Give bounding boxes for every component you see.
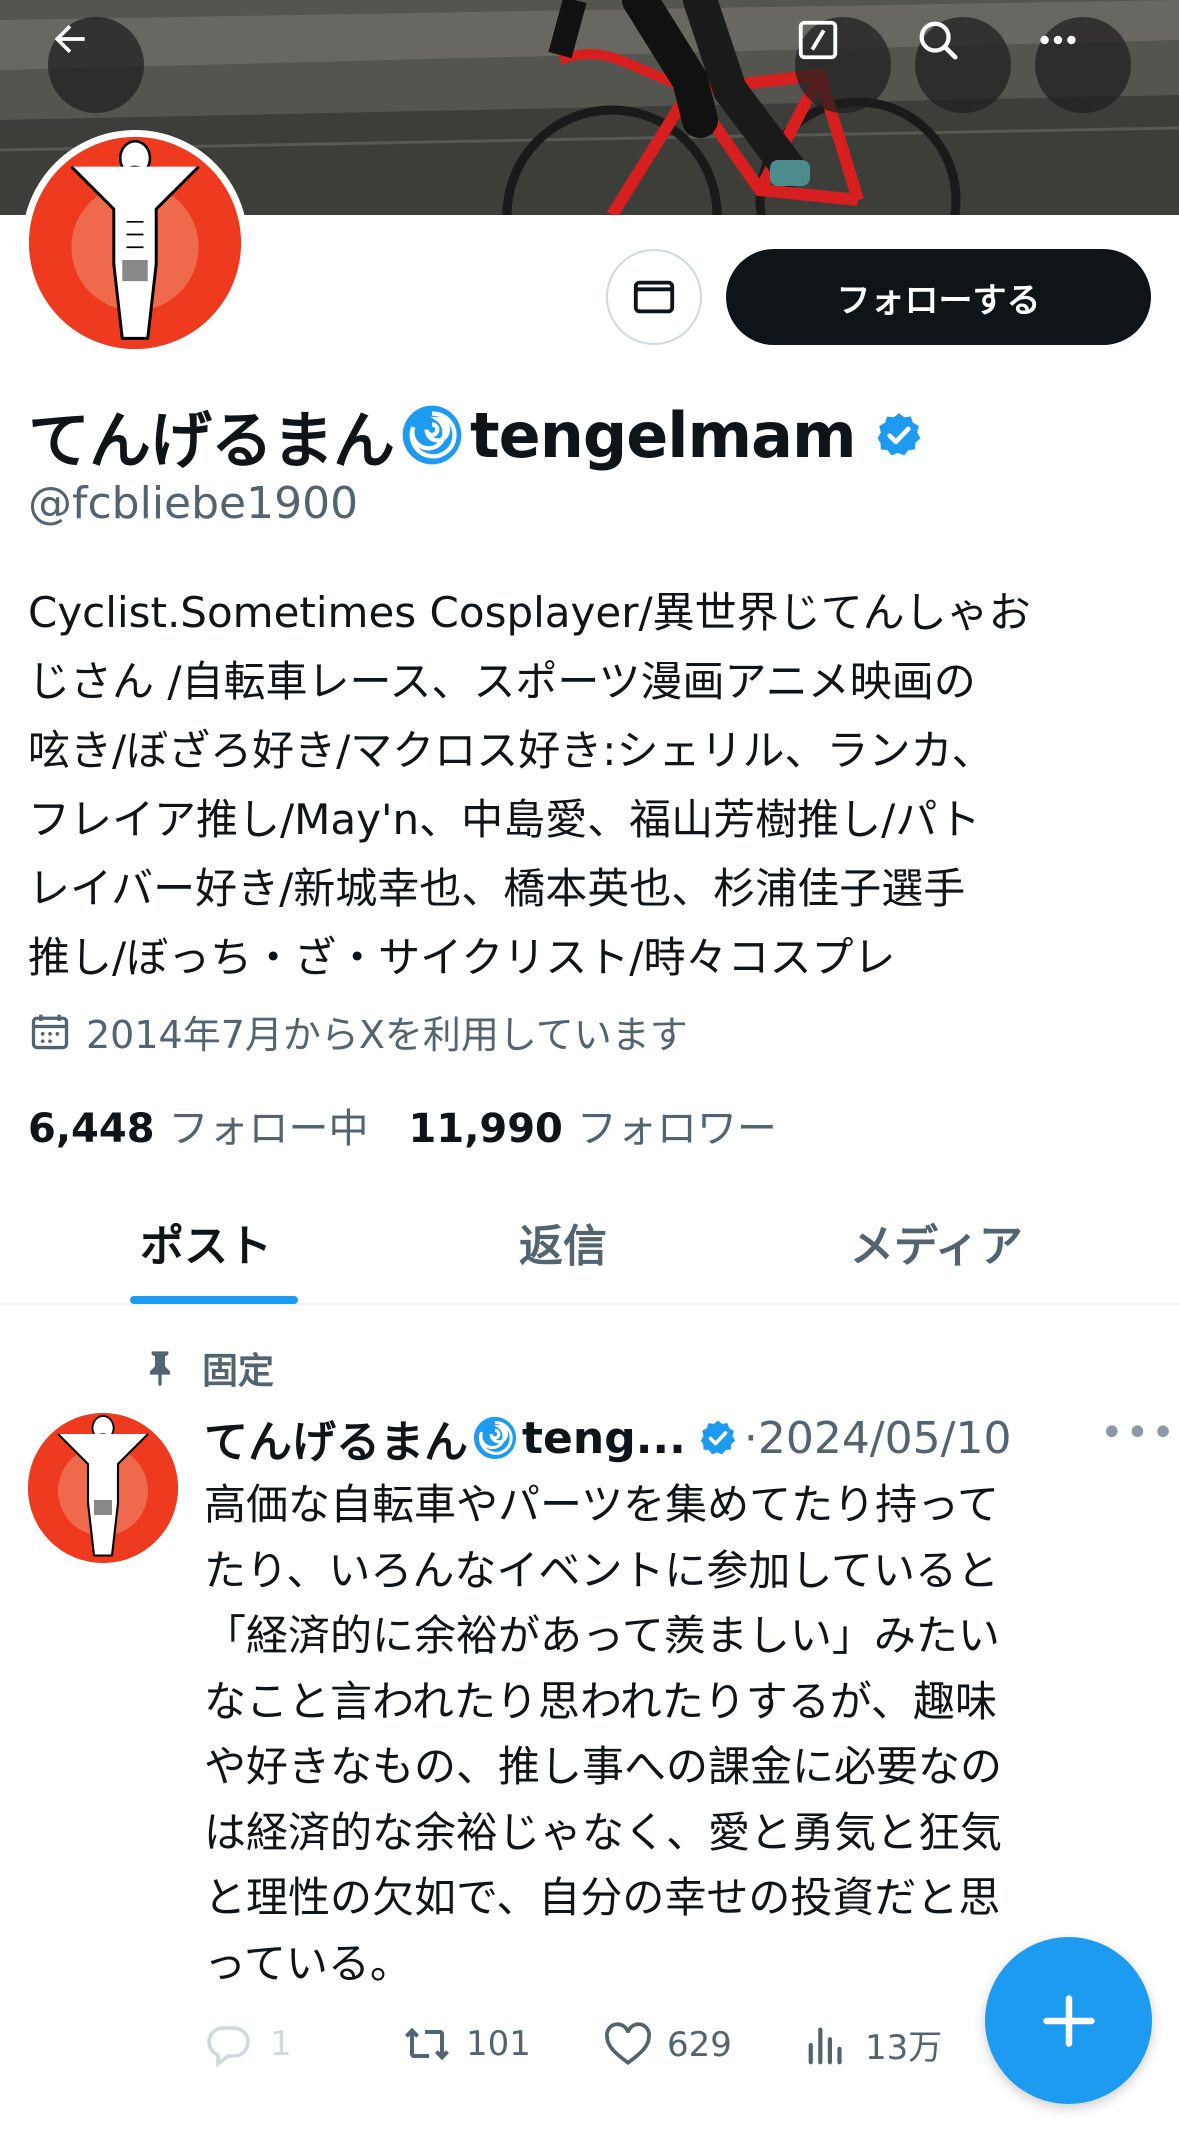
joined-text: 2014年7月からXを利用しています <box>86 1013 688 1057</box>
verified-badge-icon <box>700 1420 736 1455</box>
tweet-line: たり、いろんなイベントに参加していると <box>204 1545 1000 1595</box>
search-icon <box>919 21 958 60</box>
tweet-avatar[interactable] <box>28 1413 178 1563</box>
bio-line: 呟き/ぼざろ好き/マクロス好き:シェリル、ランカ、 <box>28 726 994 775</box>
like-button[interactable]: 629 <box>603 2020 732 2070</box>
repost-button[interactable]: 101 <box>400 2020 531 2068</box>
repost-icon <box>405 2027 449 2061</box>
reply-count: 1 <box>270 2024 292 2064</box>
cyclone-icon <box>473 1416 517 1460</box>
profile-avatar[interactable] <box>22 130 248 356</box>
follow-button[interactable]: フォローする <box>726 249 1151 345</box>
following-count[interactable]: 6,448 <box>28 1106 155 1152</box>
arrow-left-icon <box>54 24 85 54</box>
following-label[interactable]: フォロー中 <box>169 1096 369 1154</box>
reply-icon <box>207 2026 250 2068</box>
back-button[interactable] <box>48 17 144 113</box>
bio-line: じさん /自転車レース、スポーツ漫画アニメ映画の <box>28 657 976 706</box>
profile-name-latin: tengelmam <box>470 398 857 472</box>
compose-slash-icon <box>798 20 838 60</box>
views-button[interactable]: 13万 <box>805 2020 942 2069</box>
cyclone-icon <box>402 405 462 465</box>
tweet-line: なこと言われたり思われたりするが、趣味 <box>204 1676 997 1726</box>
views-count: 13万 <box>865 2028 943 2068</box>
pinned-label: 固定 <box>202 1351 275 1392</box>
tweet-line: 「経済的に余裕があって羨ましい」みたい <box>204 1611 1000 1660</box>
profile-name-row: てんげるまん tengelmam <box>28 390 924 480</box>
tweet-line: と理性の欠如で、自分の幸せの投資だと思 <box>204 1873 1001 1922</box>
tab-replies[interactable]: 返信 <box>519 1210 607 1274</box>
pin-icon <box>150 1351 170 1387</box>
tweet-text: 高価な自転車やパーツを集めてたり持って たり、いろんなイベントに参加していると … <box>204 1472 1124 1996</box>
more-button[interactable] <box>1035 17 1131 113</box>
tweet-line: 高価な自転車やパーツを集めてたり持って <box>204 1480 1000 1529</box>
pinned-indicator: 固定 <box>140 1342 274 1394</box>
tweet-line: や好きなもの、推し事への課金に必要なの <box>204 1742 1003 1791</box>
profile-handle: @fcbliebe1900 <box>28 478 359 529</box>
heart-icon <box>605 2022 651 2066</box>
tweet-more-icon[interactable]: ••• <box>1100 1410 1177 1456</box>
profile-name: てんげるまん <box>28 404 395 477</box>
tweet-author-name[interactable]: てんげるまん <box>204 1406 468 1470</box>
more-horizontal-icon <box>1040 35 1076 45</box>
envelope-icon <box>633 280 675 314</box>
bio-line: 推し/ぼっち・ざ・サイクリスト/時々コスプレ <box>28 933 896 982</box>
tweet-header: てんげるまん teng... ·2024/05/10 <box>204 1406 1011 1470</box>
active-tab-indicator <box>130 1296 298 1304</box>
tweet-author-latin[interactable]: teng... <box>522 1413 686 1464</box>
bio-line: フレイア推し/May'n、中島愛、福山芳樹推し/パト <box>28 795 981 844</box>
repost-count: 101 <box>466 2024 531 2064</box>
message-button[interactable] <box>606 249 702 345</box>
bio-line: Cyclist.Sometimes Cosplayer/異世界じてんしゃお <box>28 588 1031 637</box>
verified-badge-icon[interactable] <box>874 410 924 460</box>
tweet-line: っている。 <box>204 1938 412 1988</box>
reply-button[interactable]: 1 <box>204 2020 292 2068</box>
follow-stats: 6,448 フォロー中 11,990 フォロワー <box>28 1096 817 1154</box>
calendar-icon <box>31 1014 69 1049</box>
search-button[interactable] <box>915 17 1011 113</box>
plus-icon <box>1042 1994 1095 2047</box>
like-count: 629 <box>667 2025 732 2065</box>
bio-line: レイバー好き/新城幸也、橋本英也、杉浦佳子選手 <box>28 864 966 913</box>
followers-count[interactable]: 11,990 <box>409 1106 563 1152</box>
followers-label[interactable]: フォロワー <box>577 1096 777 1154</box>
avatar-image <box>29 137 241 349</box>
edit-button[interactable] <box>795 17 891 113</box>
tab-posts[interactable]: ポスト <box>140 1210 272 1274</box>
tab-media[interactable]: メディア <box>850 1210 1023 1274</box>
tweet-date[interactable]: ·2024/05/10 <box>744 1413 1012 1464</box>
compose-fab-button[interactable] <box>985 1937 1152 2104</box>
profile-tabs: ポスト 返信 メディア <box>0 1180 1179 1305</box>
views-chart-icon <box>808 2027 842 2064</box>
joined-date: 2014年7月からXを利用しています <box>28 1004 688 1059</box>
profile-bio: Cyclist.Sometimes Cosplayer/異世界じてんしゃお じさ… <box>28 578 1153 992</box>
tweet-line: は経済的な余裕じゃなく、愛と勇気と狂気 <box>204 1807 1003 1857</box>
